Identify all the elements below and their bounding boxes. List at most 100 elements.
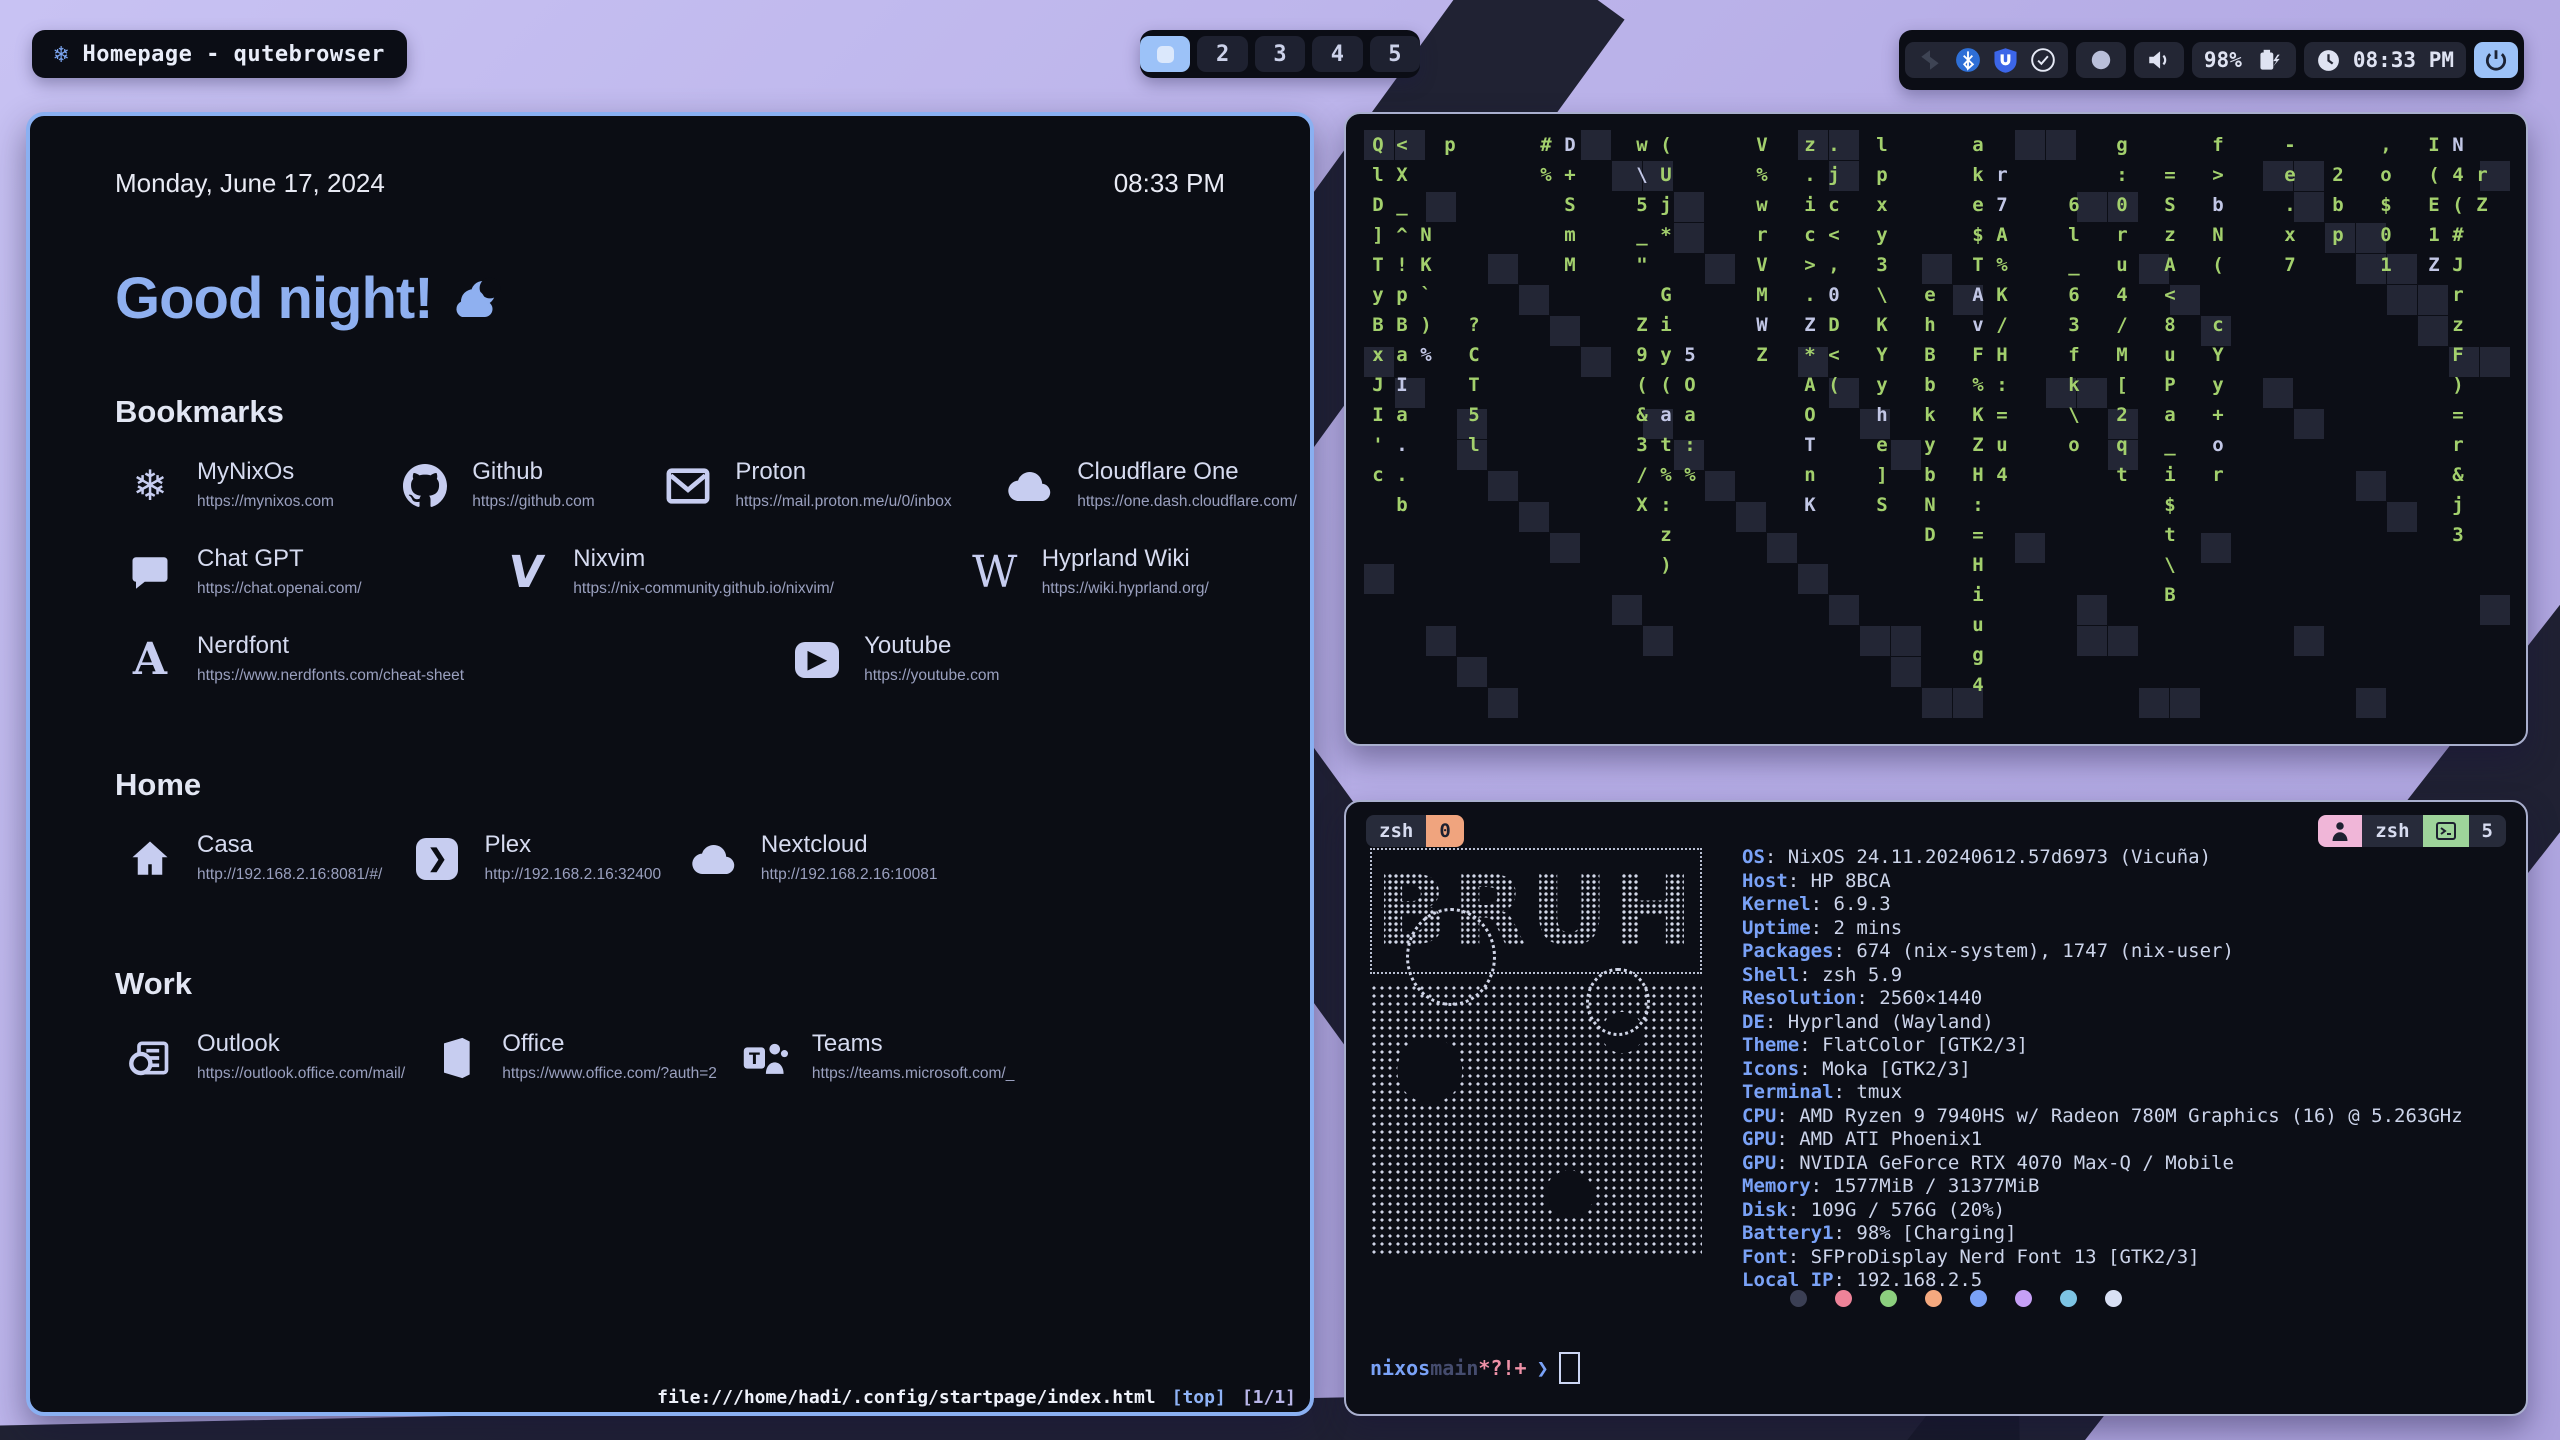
ghost-square	[1798, 564, 1828, 594]
battery-segment[interactable]: 98%	[2192, 42, 2296, 78]
shield-icon[interactable]	[1993, 47, 2018, 74]
section-title: Bookmarks	[115, 394, 1225, 430]
rain-column: w\5_" Z9(&3/X	[1630, 130, 1654, 520]
tmux-segment-0[interactable]: 0	[1426, 815, 1463, 847]
shell-prompt[interactable]: nixos main *?!+ ❯	[1370, 1352, 1580, 1384]
volume-segment[interactable]	[2134, 42, 2184, 78]
section-title: Home	[115, 767, 1225, 803]
rain-column: I(E1Z	[2422, 130, 2446, 280]
rain-column: r7A%K/H:=u4	[1990, 160, 2014, 490]
ghost-square	[1674, 223, 1704, 253]
check-circle-icon[interactable]	[2030, 47, 2056, 73]
ghost-square	[2356, 471, 2386, 501]
bookmark-row: Chat GPThttps://chat.openai.com/VNixvimh…	[115, 531, 1225, 618]
prompt-git-branch: main	[1430, 1356, 1478, 1380]
bookmark-plex[interactable]: ❯Plexhttp://192.168.2.16:32400	[412, 833, 661, 884]
bookmark-outlook[interactable]: Outlookhttps://outlook.office.com/mail/	[125, 1032, 405, 1083]
bookmark-url: https://teams.microsoft.com/_	[812, 1065, 1014, 1083]
outlook-icon	[125, 1036, 175, 1080]
tmux-terminal-window[interactable]: zsh0 zsh5 BRUH OS: NixOS 24.11.20240612.…	[1344, 800, 2528, 1416]
kdeconnect-icon[interactable]	[1917, 47, 1943, 73]
ghost-square	[1891, 657, 1921, 687]
prompt-host: nixos	[1370, 1356, 1430, 1380]
ghost-square	[1612, 595, 1642, 625]
rain-column: rZ	[2470, 160, 2494, 220]
ghost-square	[1891, 440, 1921, 470]
workspace-button-4[interactable]: 4	[1312, 36, 1362, 72]
bookmark-row: Outlookhttps://outlook.office.com/mail/O…	[115, 1016, 1225, 1103]
bluetooth-icon[interactable]	[1955, 47, 1981, 73]
bookmark-name: Youtube	[864, 634, 999, 658]
palette-dot	[1835, 1290, 1852, 1307]
bookmark-url: http://192.168.2.16:10081	[761, 866, 938, 884]
ghost-square	[2356, 688, 2386, 718]
indicator-segment[interactable]	[2076, 42, 2126, 78]
ascii-art-ring	[1586, 968, 1650, 1036]
bookmark-proton[interactable]: Protonhttps://mail.proton.me/u/0/inbox	[663, 460, 951, 511]
tmux-statusbar: zsh0 zsh5	[1366, 814, 2506, 848]
bookmark-mynixos[interactable]: ❄MyNixOshttps://mynixos.com	[125, 460, 334, 511]
clock-segment[interactable]: 08:33 PM	[2304, 42, 2466, 78]
fetch-line: CPU: AMD Ryzen 9 7940HS w/ Radeon 780M G…	[1742, 1105, 2463, 1129]
startpage-time: 08:33 PM	[1114, 168, 1225, 199]
workspace-button-1[interactable]	[1140, 36, 1190, 72]
bookmark-row: ANerdfonthttps://www.nerdfonts.com/cheat…	[115, 618, 1225, 705]
tmux-status-left[interactable]: zsh0	[1366, 815, 1464, 847]
bookmark-cloudflare-one[interactable]: Cloudflare Onehttps://one.dash.cloudflar…	[1005, 460, 1297, 511]
bookmark-name: Nerdfont	[197, 634, 464, 658]
bookmark-row: Casahttp://192.168.2.16:8081/#/ ❯Plexhttp…	[115, 817, 1225, 904]
bookmark-github[interactable]: Githubhttps://github.com	[400, 460, 594, 511]
bookmark-hyprland-wiki[interactable]: WHyprland Wikihttps://wiki.hyprland.org/	[970, 547, 1209, 598]
greeting-text: Good night!	[115, 265, 433, 332]
bookmark-nixvim[interactable]: VNixvimhttps://nix-community.github.io/n…	[501, 547, 834, 598]
ghost-square	[1705, 254, 1735, 284]
plex-icon: ❯	[412, 838, 462, 880]
workspace-button-5[interactable]: 5	[1370, 36, 1420, 72]
ghost-square	[2263, 378, 2293, 408]
ghost-square	[2170, 688, 2200, 718]
bookmark-name: Nextcloud	[761, 833, 938, 857]
ghost-square	[2077, 626, 2107, 656]
active-workspace-icon	[1157, 46, 1174, 63]
bookmark-casa[interactable]: Casahttp://192.168.2.16:8081/#/	[125, 833, 382, 884]
rain-column: (Uj* Giy(at%:z)	[1654, 130, 1678, 580]
tray-icons	[1905, 42, 2068, 78]
fetch-line: Host: HP 8BCA	[1742, 870, 2463, 894]
bookmark-nextcloud[interactable]: Nextcloud http://192.168.2.16:10081	[689, 833, 938, 884]
fetch-line: OS: NixOS 24.11.20240612.57d6973 (Vicuña…	[1742, 846, 2463, 870]
rain-column: N4(#JrzF)=r&j3	[2446, 130, 2470, 550]
power-button[interactable]	[2474, 42, 2518, 78]
prompt-git-status: *?!+	[1478, 1356, 1526, 1380]
bookmark-office[interactable]: Officehttps://www.office.com/?auth=2	[430, 1032, 717, 1083]
workspace-button-2[interactable]: 2	[1197, 36, 1247, 72]
nixos-logo-icon: ❄	[54, 40, 68, 68]
startpage-date: Monday, June 17, 2024	[115, 168, 385, 199]
ghost-square	[2387, 502, 2417, 532]
rain-column: p	[1438, 130, 1462, 160]
ghost-square	[1519, 285, 1549, 315]
clock-text: 08:33 PM	[2353, 48, 2454, 72]
ghost-square	[2046, 130, 2076, 160]
bookmark-name: Proton	[735, 460, 951, 484]
bookmark-youtube[interactable]: ▶Youtubehttps://youtube.com	[792, 634, 999, 685]
palette-dot	[1970, 1290, 1987, 1307]
workspace-button-3[interactable]: 3	[1255, 36, 1305, 72]
palette-dot	[1790, 1290, 1807, 1307]
fetch-line: Local IP: 192.168.2.5	[1742, 1269, 2463, 1293]
bookmark-teams[interactable]: TTeamshttps://teams.microsoft.com/_	[740, 1032, 1014, 1083]
terminal-color-palette	[1790, 1290, 2122, 1307]
ghost-square	[1457, 657, 1487, 687]
ascii-art-dither	[1370, 984, 1702, 1254]
cloud-icon	[689, 840, 739, 878]
bookmark-nerdfont[interactable]: ANerdfonthttps://www.nerdfonts.com/cheat…	[125, 634, 464, 685]
fetch-line: Font: SFProDisplay Nerd Font 13 [GTK2/3]	[1742, 1246, 2463, 1270]
fetch-line: GPU: AMD ATI Phoenix1	[1742, 1128, 2463, 1152]
matrix-terminal-window[interactable]: QlD]TyBxJI'c<X_^!pBaIa..bNK`)%p?CT5l#%D+…	[1344, 112, 2528, 746]
palette-dot	[2015, 1290, 2032, 1307]
bookmark-chat-gpt[interactable]: Chat GPThttps://chat.openai.com/	[125, 547, 362, 598]
bookmark-url: https://mynixos.com	[197, 493, 334, 511]
tmux-segment-zsh[interactable]: zsh	[1366, 815, 1426, 847]
rain-column: D+SmM	[1558, 130, 1582, 280]
ghost-square	[1891, 626, 1921, 656]
rain-column: ,o$01	[2374, 130, 2398, 280]
